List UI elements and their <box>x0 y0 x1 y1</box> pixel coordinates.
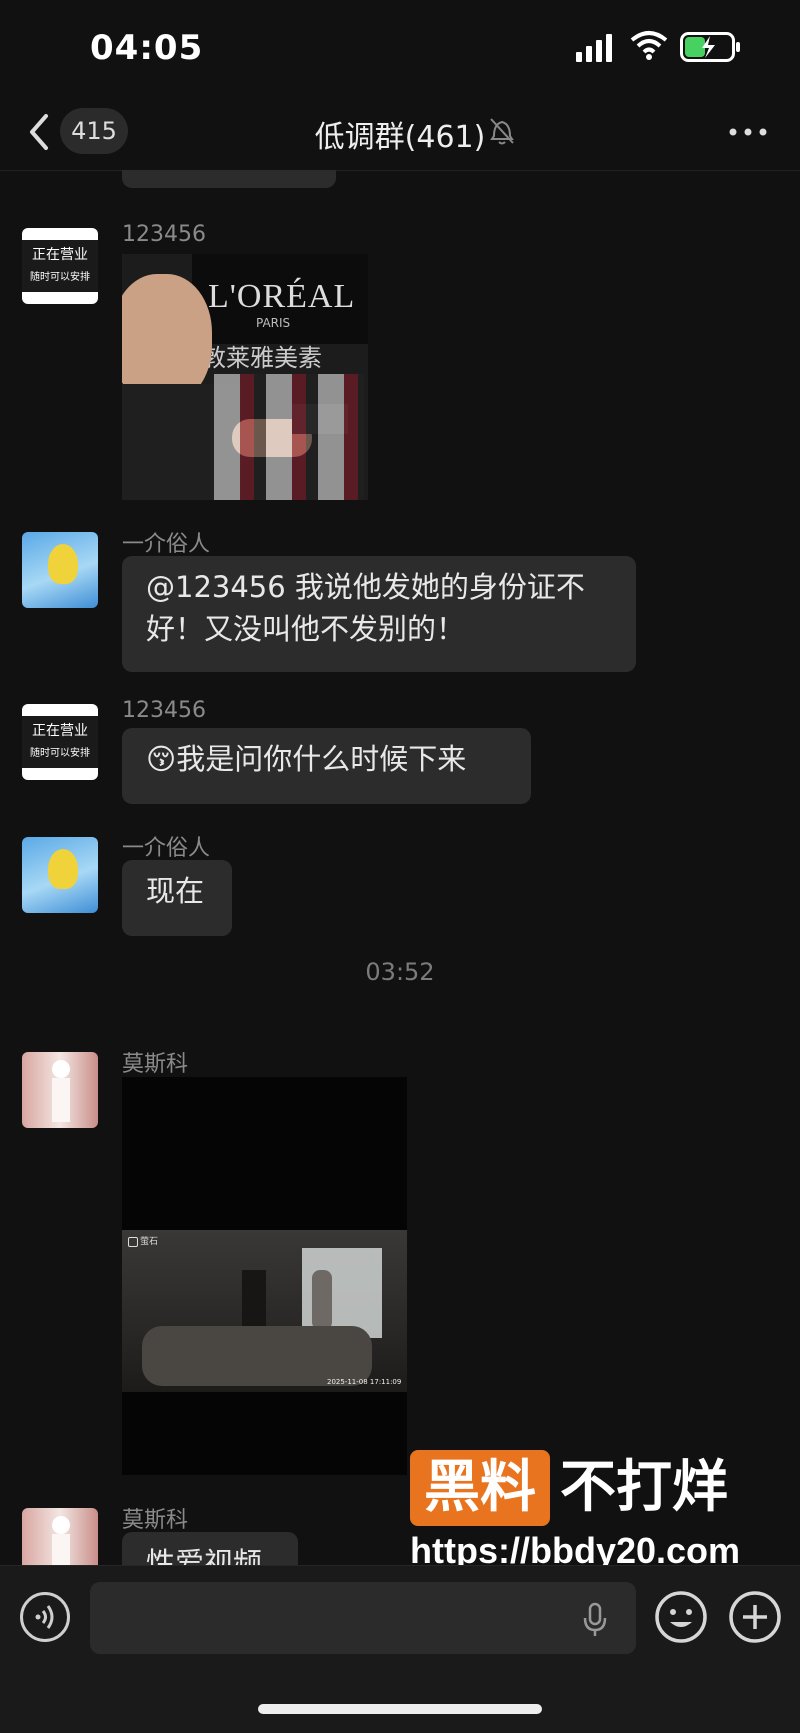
meme-caption: 敦莱雅美素 <box>202 344 322 372</box>
avatar-shop-line2: 随时可以安排 <box>30 272 90 283</box>
sender-name: 莫斯科 <box>122 1508 189 1533</box>
message-text-line: @123456 我说他发她的身份证不 <box>146 570 585 604</box>
camera-label: 萤石 <box>128 1234 158 1247</box>
video-message-thumbnail[interactable]: 萤石 2025-11-08 17:11:09 <box>122 1077 407 1475</box>
message-bubble[interactable]: 性爱视频 <box>122 1532 298 1565</box>
avatar-mosike[interactable] <box>22 1508 98 1565</box>
time-divider: 03:52 <box>365 958 435 986</box>
message-list[interactable]: 正在营业 随时可以安排 123456 L'ORÉAL PARIS 敦莱雅美素 一… <box>0 170 800 1565</box>
message-bubble[interactable]: 现在 <box>122 860 232 936</box>
watermark-text: 不打烊 <box>560 1455 728 1520</box>
sender-name: 一介俗人 <box>122 836 211 861</box>
message-text: 现在 <box>146 874 205 908</box>
chat-header: 415 低调群(461) <box>0 96 800 171</box>
avatar-shop-line2: 随时可以安排 <box>30 748 90 759</box>
sender-name: 123456 <box>122 222 206 247</box>
message-text: 我是问你什么时候下来 <box>176 742 467 776</box>
wifi-icon <box>630 31 668 60</box>
watermark: 黑料 不打烊 https://bbdy20.com <box>410 1450 780 1580</box>
meme-brand: L'ORÉAL <box>208 278 356 315</box>
avatar-yijie-suren[interactable] <box>22 532 98 608</box>
meme-image[interactable]: L'ORÉAL PARIS 敦莱雅美素 <box>122 254 368 500</box>
sender-name: 123456 <box>122 698 206 723</box>
unread-count-badge[interactable]: 415 <box>60 108 128 154</box>
message-input[interactable] <box>90 1582 636 1654</box>
voice-wave-icon <box>35 1605 54 1629</box>
plus-icon[interactable] <box>728 1590 782 1644</box>
microphone-icon[interactable] <box>582 1602 608 1638</box>
sender-name: 一介俗人 <box>122 532 211 557</box>
sender-name: 莫斯科 <box>122 1052 189 1077</box>
message-bubble[interactable]: 😚我是问你什么时候下来 <box>122 728 531 804</box>
meme-brand-sub: PARIS <box>256 316 291 330</box>
avatar-mosike[interactable] <box>22 1052 98 1128</box>
status-time: 04:05 <box>90 28 204 68</box>
avatar-shop-line1: 正在营业 <box>32 723 88 739</box>
camera-logo-icon <box>128 1236 138 1247</box>
message-text-line: 好！又没叫他不发别的！ <box>146 612 466 646</box>
mute-bell-icon <box>490 118 514 145</box>
video-timestamp: 2025-11-08 17:11:09 <box>327 1378 402 1386</box>
message-bubble-partial[interactable] <box>122 170 336 188</box>
avatar-123456[interactable]: 正在营业 随时可以安排 <box>22 704 98 780</box>
video-frame: 萤石 2025-11-08 17:11:09 <box>122 1230 407 1392</box>
battery-charging-icon <box>680 32 740 62</box>
avatar-123456[interactable]: 正在营业 随时可以安排 <box>22 228 98 304</box>
home-indicator[interactable] <box>258 1704 542 1714</box>
status-bar: 04:05 <box>0 0 800 96</box>
cellular-signal-icon <box>576 34 612 62</box>
more-options-icon[interactable] <box>728 124 768 140</box>
avatar-yijie-suren[interactable] <box>22 837 98 913</box>
watermark-box: 黑料 <box>410 1450 550 1526</box>
message-text: 性爱视频 <box>146 1546 263 1565</box>
message-bubble[interactable]: @123456 我说他发她的身份证不 好！又没叫他不发别的！ <box>122 556 636 672</box>
voice-toggle-button[interactable] <box>20 1592 70 1642</box>
emoji-icon[interactable] <box>654 1590 708 1644</box>
kissing-face-emoji: 😚 <box>146 742 177 776</box>
back-arrow-icon[interactable] <box>24 110 54 154</box>
avatar-shop-line1: 正在营业 <box>32 247 88 263</box>
